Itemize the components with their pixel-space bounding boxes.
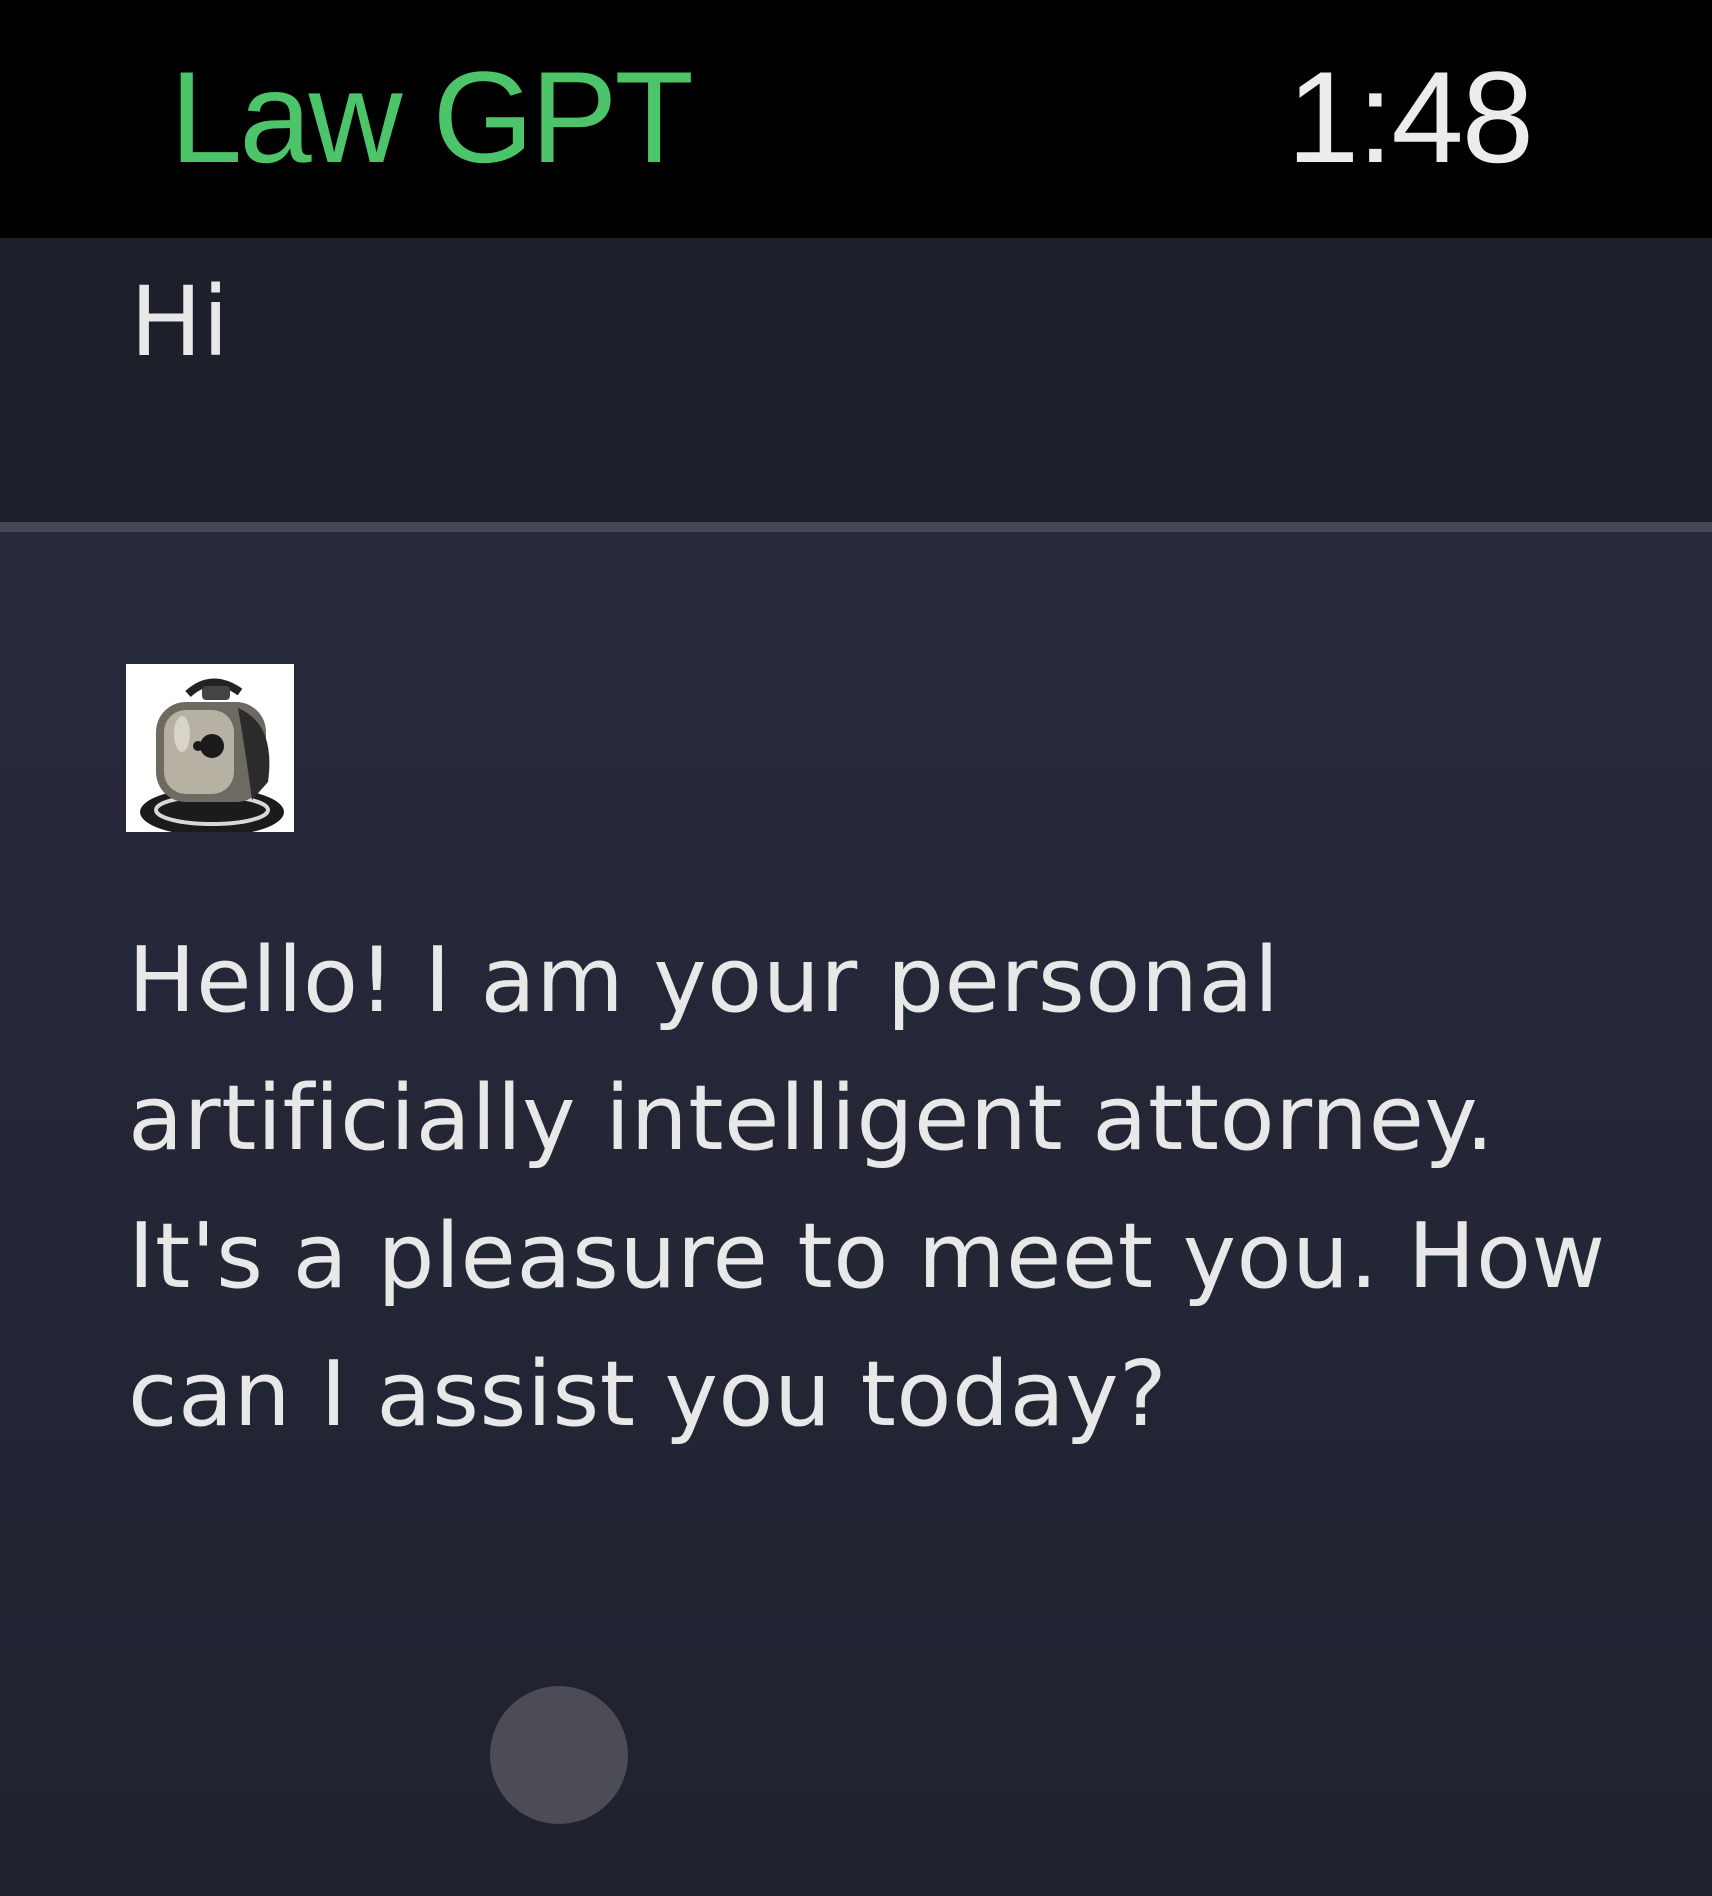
assistant-message-row: Hello! I am your personal artificially i… <box>0 532 1712 1896</box>
app-title[interactable]: Law GPT <box>170 52 694 182</box>
status-bar: Law GPT 1:48 <box>0 0 1712 238</box>
dictation-button[interactable] <box>490 1686 628 1824</box>
message-divider <box>0 522 1712 532</box>
robot-avatar-icon <box>126 664 294 836</box>
clock: 1:48 <box>1286 44 1534 190</box>
assistant-message-text: Hello! I am your personal artificially i… <box>128 928 1606 1447</box>
user-message-text: Hi <box>130 266 229 378</box>
user-message-row: Hi <box>0 238 1712 522</box>
